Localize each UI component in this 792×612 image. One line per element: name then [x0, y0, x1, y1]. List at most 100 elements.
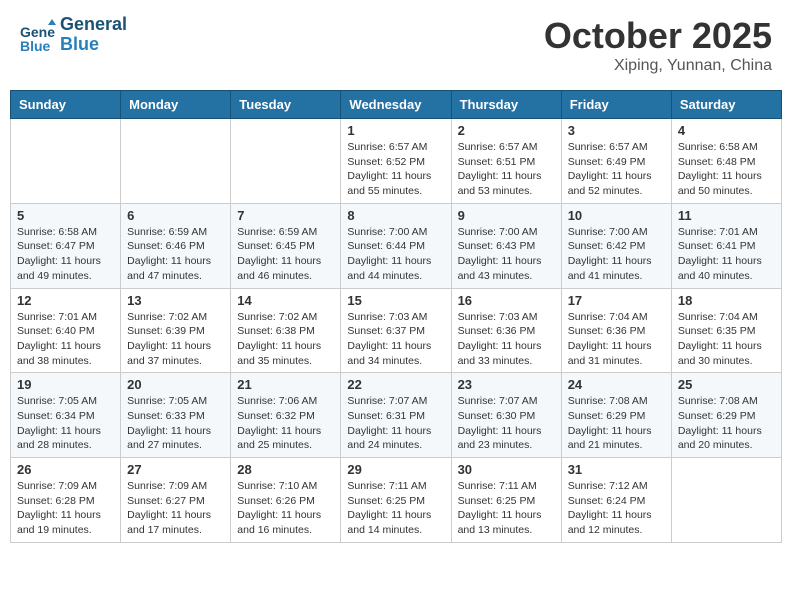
- day-number: 6: [127, 208, 224, 223]
- calendar-cell: 22 Sunrise: 7:07 AM Sunset: 6:31 PM Dayli…: [341, 373, 451, 458]
- day-info: Sunrise: 7:01 AM Sunset: 6:41 PM Dayligh…: [678, 225, 775, 284]
- day-number: 15: [347, 293, 444, 308]
- day-info: Sunrise: 7:10 AM Sunset: 6:26 PM Dayligh…: [237, 479, 334, 538]
- calendar-cell: 4 Sunrise: 6:58 AM Sunset: 6:48 PM Daylig…: [671, 119, 781, 204]
- day-info: Sunrise: 6:59 AM Sunset: 6:45 PM Dayligh…: [237, 225, 334, 284]
- location: Xiping, Yunnan, China: [544, 57, 772, 75]
- calendar-cell: 13Sunrise: 7:02 AM Sunset: 6:39 PM Dayli…: [121, 288, 231, 373]
- weekday-header: Wednesday: [341, 91, 451, 119]
- calendar-cell: 25 Sunrise: 7:08 AM Sunset: 6:29 PM Dayli…: [671, 373, 781, 458]
- calendar-cell: 23Sunrise: 7:07 AM Sunset: 6:30 PM Dayli…: [451, 373, 561, 458]
- calendar-cell: 18 Sunrise: 7:04 AM Sunset: 6:35 PM Dayli…: [671, 288, 781, 373]
- day-info: Sunrise: 7:07 AM Sunset: 6:31 PM Dayligh…: [347, 394, 444, 453]
- day-number: 30: [458, 462, 555, 477]
- calendar-cell: 20 Sunrise: 7:05 AM Sunset: 6:33 PM Dayli…: [121, 373, 231, 458]
- day-number: 17: [568, 293, 665, 308]
- calendar-cell: 10Sunrise: 7:00 AM Sunset: 6:42 PM Dayli…: [561, 203, 671, 288]
- calendar-week-row: 1 Sunrise: 6:57 AM Sunset: 6:52 PM Daylig…: [11, 119, 782, 204]
- calendar-cell: 12 Sunrise: 7:01 AM Sunset: 6:40 PM Dayli…: [11, 288, 121, 373]
- day-info: Sunrise: 7:01 AM Sunset: 6:40 PM Dayligh…: [17, 310, 114, 369]
- calendar-cell: 5Sunrise: 6:58 AM Sunset: 6:47 PM Daylig…: [11, 203, 121, 288]
- day-info: Sunrise: 7:03 AM Sunset: 6:36 PM Dayligh…: [458, 310, 555, 369]
- calendar-cell: [231, 119, 341, 204]
- weekday-header: Saturday: [671, 91, 781, 119]
- day-info: Sunrise: 7:05 AM Sunset: 6:34 PM Dayligh…: [17, 394, 114, 453]
- weekday-header: Friday: [561, 91, 671, 119]
- calendar-cell: 28 Sunrise: 7:10 AM Sunset: 6:26 PM Dayli…: [231, 458, 341, 543]
- day-info: Sunrise: 6:57 AM Sunset: 6:51 PM Dayligh…: [458, 140, 555, 199]
- day-info: Sunrise: 7:12 AM Sunset: 6:24 PM Dayligh…: [568, 479, 665, 538]
- day-number: 20: [127, 377, 224, 392]
- calendar-cell: 16Sunrise: 7:03 AM Sunset: 6:36 PM Dayli…: [451, 288, 561, 373]
- calendar-cell: 8Sunrise: 7:00 AM Sunset: 6:44 PM Daylig…: [341, 203, 451, 288]
- weekday-header: Sunday: [11, 91, 121, 119]
- day-info: Sunrise: 6:59 AM Sunset: 6:46 PM Dayligh…: [127, 225, 224, 284]
- day-info: Sunrise: 7:05 AM Sunset: 6:33 PM Dayligh…: [127, 394, 224, 453]
- day-info: Sunrise: 7:09 AM Sunset: 6:28 PM Dayligh…: [17, 479, 114, 538]
- day-info: Sunrise: 7:02 AM Sunset: 6:38 PM Dayligh…: [237, 310, 334, 369]
- day-number: 19: [17, 377, 114, 392]
- day-number: 28: [237, 462, 334, 477]
- day-number: 3: [568, 123, 665, 138]
- calendar-cell: [671, 458, 781, 543]
- month-title: October 2025: [544, 15, 772, 57]
- day-info: Sunrise: 7:09 AM Sunset: 6:27 PM Dayligh…: [127, 479, 224, 538]
- day-info: Sunrise: 6:58 AM Sunset: 6:48 PM Dayligh…: [678, 140, 775, 199]
- weekday-header-row: SundayMondayTuesdayWednesdayThursdayFrid…: [11, 91, 782, 119]
- day-info: Sunrise: 6:57 AM Sunset: 6:52 PM Dayligh…: [347, 140, 444, 199]
- day-number: 25: [678, 377, 775, 392]
- day-number: 9: [458, 208, 555, 223]
- day-number: 1: [347, 123, 444, 138]
- calendar-cell: 3 Sunrise: 6:57 AM Sunset: 6:49 PM Daylig…: [561, 119, 671, 204]
- day-info: Sunrise: 7:07 AM Sunset: 6:30 PM Dayligh…: [458, 394, 555, 453]
- day-number: 26: [17, 462, 114, 477]
- calendar-cell: 17 Sunrise: 7:04 AM Sunset: 6:36 PM Dayli…: [561, 288, 671, 373]
- logo: General Blue General Blue: [20, 15, 127, 55]
- day-info: Sunrise: 6:57 AM Sunset: 6:49 PM Dayligh…: [568, 140, 665, 199]
- page-header: General Blue General Blue October 2025 X…: [10, 10, 782, 80]
- day-info: Sunrise: 7:00 AM Sunset: 6:44 PM Dayligh…: [347, 225, 444, 284]
- day-number: 4: [678, 123, 775, 138]
- day-number: 18: [678, 293, 775, 308]
- calendar-cell: 21 Sunrise: 7:06 AM Sunset: 6:32 PM Dayli…: [231, 373, 341, 458]
- day-info: Sunrise: 7:00 AM Sunset: 6:42 PM Dayligh…: [568, 225, 665, 284]
- day-info: Sunrise: 7:08 AM Sunset: 6:29 PM Dayligh…: [678, 394, 775, 453]
- day-info: Sunrise: 7:00 AM Sunset: 6:43 PM Dayligh…: [458, 225, 555, 284]
- day-info: Sunrise: 7:11 AM Sunset: 6:25 PM Dayligh…: [458, 479, 555, 538]
- day-info: Sunrise: 7:04 AM Sunset: 6:36 PM Dayligh…: [568, 310, 665, 369]
- calendar-cell: 1 Sunrise: 6:57 AM Sunset: 6:52 PM Daylig…: [341, 119, 451, 204]
- day-number: 22: [347, 377, 444, 392]
- calendar-week-row: 12 Sunrise: 7:01 AM Sunset: 6:40 PM Dayli…: [11, 288, 782, 373]
- day-number: 11: [678, 208, 775, 223]
- day-number: 31: [568, 462, 665, 477]
- calendar-cell: 11 Sunrise: 7:01 AM Sunset: 6:41 PM Dayli…: [671, 203, 781, 288]
- day-number: 27: [127, 462, 224, 477]
- weekday-header: Monday: [121, 91, 231, 119]
- day-number: 24: [568, 377, 665, 392]
- calendar-cell: 14 Sunrise: 7:02 AM Sunset: 6:38 PM Dayli…: [231, 288, 341, 373]
- weekday-header: Thursday: [451, 91, 561, 119]
- day-number: 7: [237, 208, 334, 223]
- calendar-cell: 9 Sunrise: 7:00 AM Sunset: 6:43 PM Daylig…: [451, 203, 561, 288]
- day-number: 21: [237, 377, 334, 392]
- calendar-cell: [11, 119, 121, 204]
- calendar-cell: 15 Sunrise: 7:03 AM Sunset: 6:37 PM Dayli…: [341, 288, 451, 373]
- day-number: 12: [17, 293, 114, 308]
- title-block: October 2025 Xiping, Yunnan, China: [544, 15, 772, 75]
- calendar-cell: [121, 119, 231, 204]
- day-number: 2: [458, 123, 555, 138]
- calendar-cell: 6 Sunrise: 6:59 AM Sunset: 6:46 PM Daylig…: [121, 203, 231, 288]
- day-info: Sunrise: 7:03 AM Sunset: 6:37 PM Dayligh…: [347, 310, 444, 369]
- day-info: Sunrise: 7:06 AM Sunset: 6:32 PM Dayligh…: [237, 394, 334, 453]
- calendar-cell: 7 Sunrise: 6:59 AM Sunset: 6:45 PM Daylig…: [231, 203, 341, 288]
- calendar-cell: 26 Sunrise: 7:09 AM Sunset: 6:28 PM Dayli…: [11, 458, 121, 543]
- day-info: Sunrise: 7:02 AM Sunset: 6:39 PM Dayligh…: [127, 310, 224, 369]
- day-info: Sunrise: 7:04 AM Sunset: 6:35 PM Dayligh…: [678, 310, 775, 369]
- day-number: 14: [237, 293, 334, 308]
- weekday-header: Tuesday: [231, 91, 341, 119]
- calendar-cell: 24Sunrise: 7:08 AM Sunset: 6:29 PM Dayli…: [561, 373, 671, 458]
- calendar-cell: 29Sunrise: 7:11 AM Sunset: 6:25 PM Dayli…: [341, 458, 451, 543]
- day-number: 5: [17, 208, 114, 223]
- calendar-week-row: 19 Sunrise: 7:05 AM Sunset: 6:34 PM Dayli…: [11, 373, 782, 458]
- calendar-cell: 30 Sunrise: 7:11 AM Sunset: 6:25 PM Dayli…: [451, 458, 561, 543]
